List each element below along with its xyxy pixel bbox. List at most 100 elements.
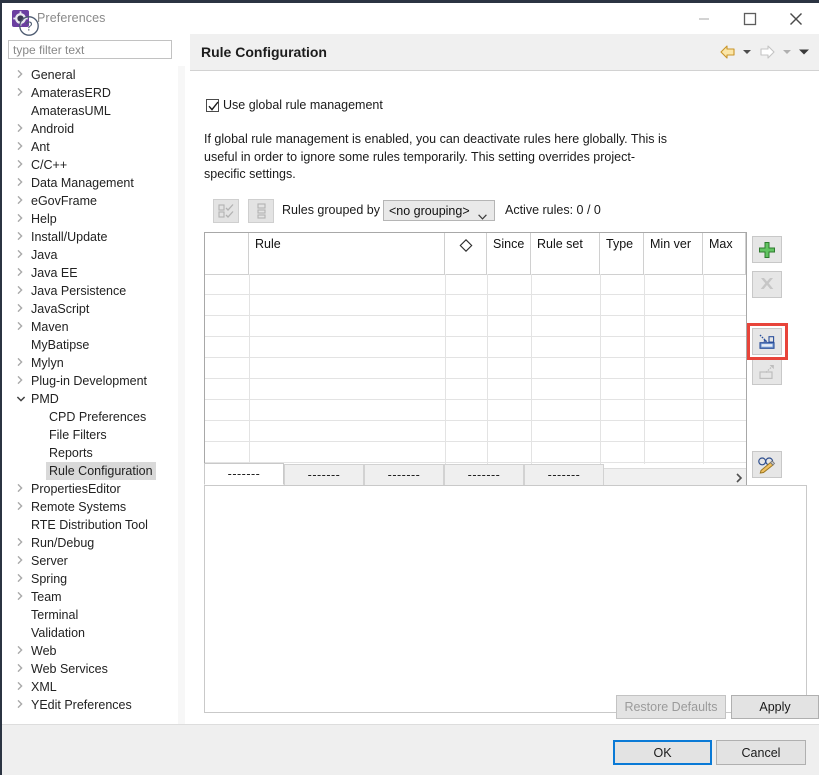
sidebar-item-terminal[interactable]: Terminal <box>0 606 185 624</box>
preferences-tree[interactable]: GeneralAmaterasERDAmaterasUMLAndroidAntC… <box>0 66 185 724</box>
chevron-right-icon[interactable] <box>16 264 28 282</box>
close-button[interactable] <box>773 3 819 34</box>
sidebar-item-java-persistence[interactable]: Java Persistence <box>0 282 185 300</box>
sidebar-item-java[interactable]: Java <box>0 246 185 264</box>
sidebar-item-amaterasuml[interactable]: AmaterasUML <box>0 102 185 120</box>
sidebar-item-c-c[interactable]: C/C++ <box>0 156 185 174</box>
sidebar-item-spring[interactable]: Spring <box>0 570 185 588</box>
chevron-right-icon[interactable] <box>16 84 28 102</box>
use-global-rule-management-checkbox[interactable] <box>206 99 219 112</box>
sidebar-item-remote-systems[interactable]: Remote Systems <box>0 498 185 516</box>
rules-table-body[interactable] <box>205 274 746 463</box>
cancel-button[interactable]: Cancel <box>716 740 806 765</box>
filter-input[interactable] <box>8 40 172 59</box>
sidebar-item-propertieseditor[interactable]: PropertiesEditor <box>0 480 185 498</box>
chevron-right-icon[interactable] <box>16 246 28 264</box>
rules-table[interactable]: Rule SinceRule setTypeMin verMax <box>204 232 747 487</box>
ok-button[interactable]: OK <box>613 740 712 765</box>
maximize-button[interactable] <box>727 3 773 34</box>
sidebar-item-amateraserd[interactable]: AmaterasERD <box>0 84 185 102</box>
chevron-right-icon[interactable] <box>16 228 28 246</box>
sidebar-item-java-ee[interactable]: Java EE <box>0 264 185 282</box>
table-row[interactable] <box>205 379 746 400</box>
rules-table-column-rule-set[interactable]: Rule set <box>531 233 600 274</box>
rules-table-column-since[interactable]: Since <box>487 233 531 274</box>
sidebar-item-mybatipse[interactable]: MyBatipse <box>0 336 185 354</box>
sidebar-item-mylyn[interactable]: Mylyn <box>0 354 185 372</box>
sidebar-item-ant[interactable]: Ant <box>0 138 185 156</box>
sidebar-item-xml[interactable]: XML <box>0 678 185 696</box>
sidebar-item-cpd-preferences[interactable]: CPD Preferences <box>0 408 185 426</box>
chevron-right-icon[interactable] <box>16 678 28 696</box>
table-row[interactable] <box>205 316 746 337</box>
sidebar-item-server[interactable]: Server <box>0 552 185 570</box>
rules-table-column-diamond-icon[interactable] <box>445 233 487 274</box>
table-row[interactable] <box>205 442 746 463</box>
sidebar-item-maven[interactable]: Maven <box>0 318 185 336</box>
chevron-down-icon[interactable] <box>16 390 28 408</box>
sidebar-item-general[interactable]: General <box>0 66 185 84</box>
chevron-right-icon[interactable] <box>16 66 28 84</box>
chevron-right-icon[interactable] <box>16 642 28 660</box>
chevron-right-icon[interactable] <box>16 588 28 606</box>
rule-detail-tab-4[interactable]: ------- <box>444 464 524 485</box>
apply-button[interactable]: Apply <box>731 695 819 719</box>
chevron-right-icon[interactable] <box>16 138 28 156</box>
sidebar-item-rule-configuration[interactable]: Rule Configuration <box>0 462 185 480</box>
back-arrow-icon[interactable] <box>718 42 738 62</box>
rule-detail-tab-3[interactable]: ------- <box>364 464 444 485</box>
chevron-right-icon[interactable] <box>16 282 28 300</box>
sidebar-item-yedit-preferences[interactable]: YEdit Preferences <box>0 696 185 714</box>
sidebar-item-pmd[interactable]: PMD <box>0 390 185 408</box>
page-menu-chevron-down-icon[interactable] <box>797 42 810 62</box>
sidebar-item-install-update[interactable]: Install/Update <box>0 228 185 246</box>
import-rules-button[interactable] <box>752 328 782 355</box>
help-question-icon[interactable]: ? <box>18 15 40 37</box>
minimize-button[interactable] <box>681 3 727 34</box>
table-row[interactable] <box>205 295 746 316</box>
rules-table-column-type[interactable]: Type <box>600 233 644 274</box>
chevron-right-icon[interactable] <box>16 696 28 714</box>
back-dropdown-chevron-down-icon[interactable] <box>741 42 754 62</box>
sidebar-item-reports[interactable]: Reports <box>0 444 185 462</box>
sidebar-item-data-management[interactable]: Data Management <box>0 174 185 192</box>
chevron-right-icon[interactable] <box>16 156 28 174</box>
table-row[interactable] <box>205 400 746 421</box>
forward-arrow-icon[interactable] <box>757 42 777 62</box>
tree-scrollbar[interactable] <box>178 66 185 724</box>
collapse-list-icon[interactable] <box>248 199 274 223</box>
sidebar-item-run-debug[interactable]: Run/Debug <box>0 534 185 552</box>
rule-detail-tab-2[interactable]: ------- <box>284 464 364 485</box>
chevron-right-icon[interactable] <box>16 318 28 336</box>
check-all-icon[interactable] <box>213 199 239 223</box>
rule-detail-tab-1[interactable]: ------- <box>204 463 284 485</box>
chevron-right-icon[interactable] <box>16 660 28 678</box>
rules-table-column-max[interactable]: Max <box>703 233 746 274</box>
table-row[interactable] <box>205 358 746 379</box>
add-rule-button[interactable] <box>752 236 782 263</box>
sidebar-item-android[interactable]: Android <box>0 120 185 138</box>
sidebar-item-egovframe[interactable]: eGovFrame <box>0 192 185 210</box>
chevron-right-icon[interactable] <box>16 120 28 138</box>
chevron-right-icon[interactable] <box>16 570 28 588</box>
chevron-right-icon[interactable] <box>16 534 28 552</box>
restore-defaults-button[interactable]: Restore Defaults <box>616 695 726 719</box>
sidebar-item-plug-in-development[interactable]: Plug-in Development <box>0 372 185 390</box>
sidebar-item-rte-distribution-tool[interactable]: RTE Distribution Tool <box>0 516 185 534</box>
chevron-right-icon[interactable] <box>16 480 28 498</box>
table-row[interactable] <box>205 337 746 358</box>
sidebar-item-help[interactable]: Help <box>0 210 185 228</box>
chevron-right-icon[interactable] <box>16 174 28 192</box>
chevron-right-icon[interactable] <box>16 300 28 318</box>
rule-detail-tab-5[interactable]: ------- <box>524 464 604 485</box>
rule-detail-tabstrip[interactable]: ----------------------------------- <box>204 463 807 485</box>
rules-table-column-blank-0[interactable] <box>205 233 249 274</box>
chevron-right-icon[interactable] <box>16 372 28 390</box>
rules-table-column-min-ver[interactable]: Min ver <box>644 233 703 274</box>
rules-table-column-rule[interactable]: Rule <box>249 233 445 274</box>
table-row[interactable] <box>205 274 746 295</box>
forward-dropdown-chevron-down-icon[interactable] <box>781 42 794 62</box>
chevron-right-icon[interactable] <box>16 354 28 372</box>
chevron-right-icon[interactable] <box>16 192 28 210</box>
sidebar-item-team[interactable]: Team <box>0 588 185 606</box>
